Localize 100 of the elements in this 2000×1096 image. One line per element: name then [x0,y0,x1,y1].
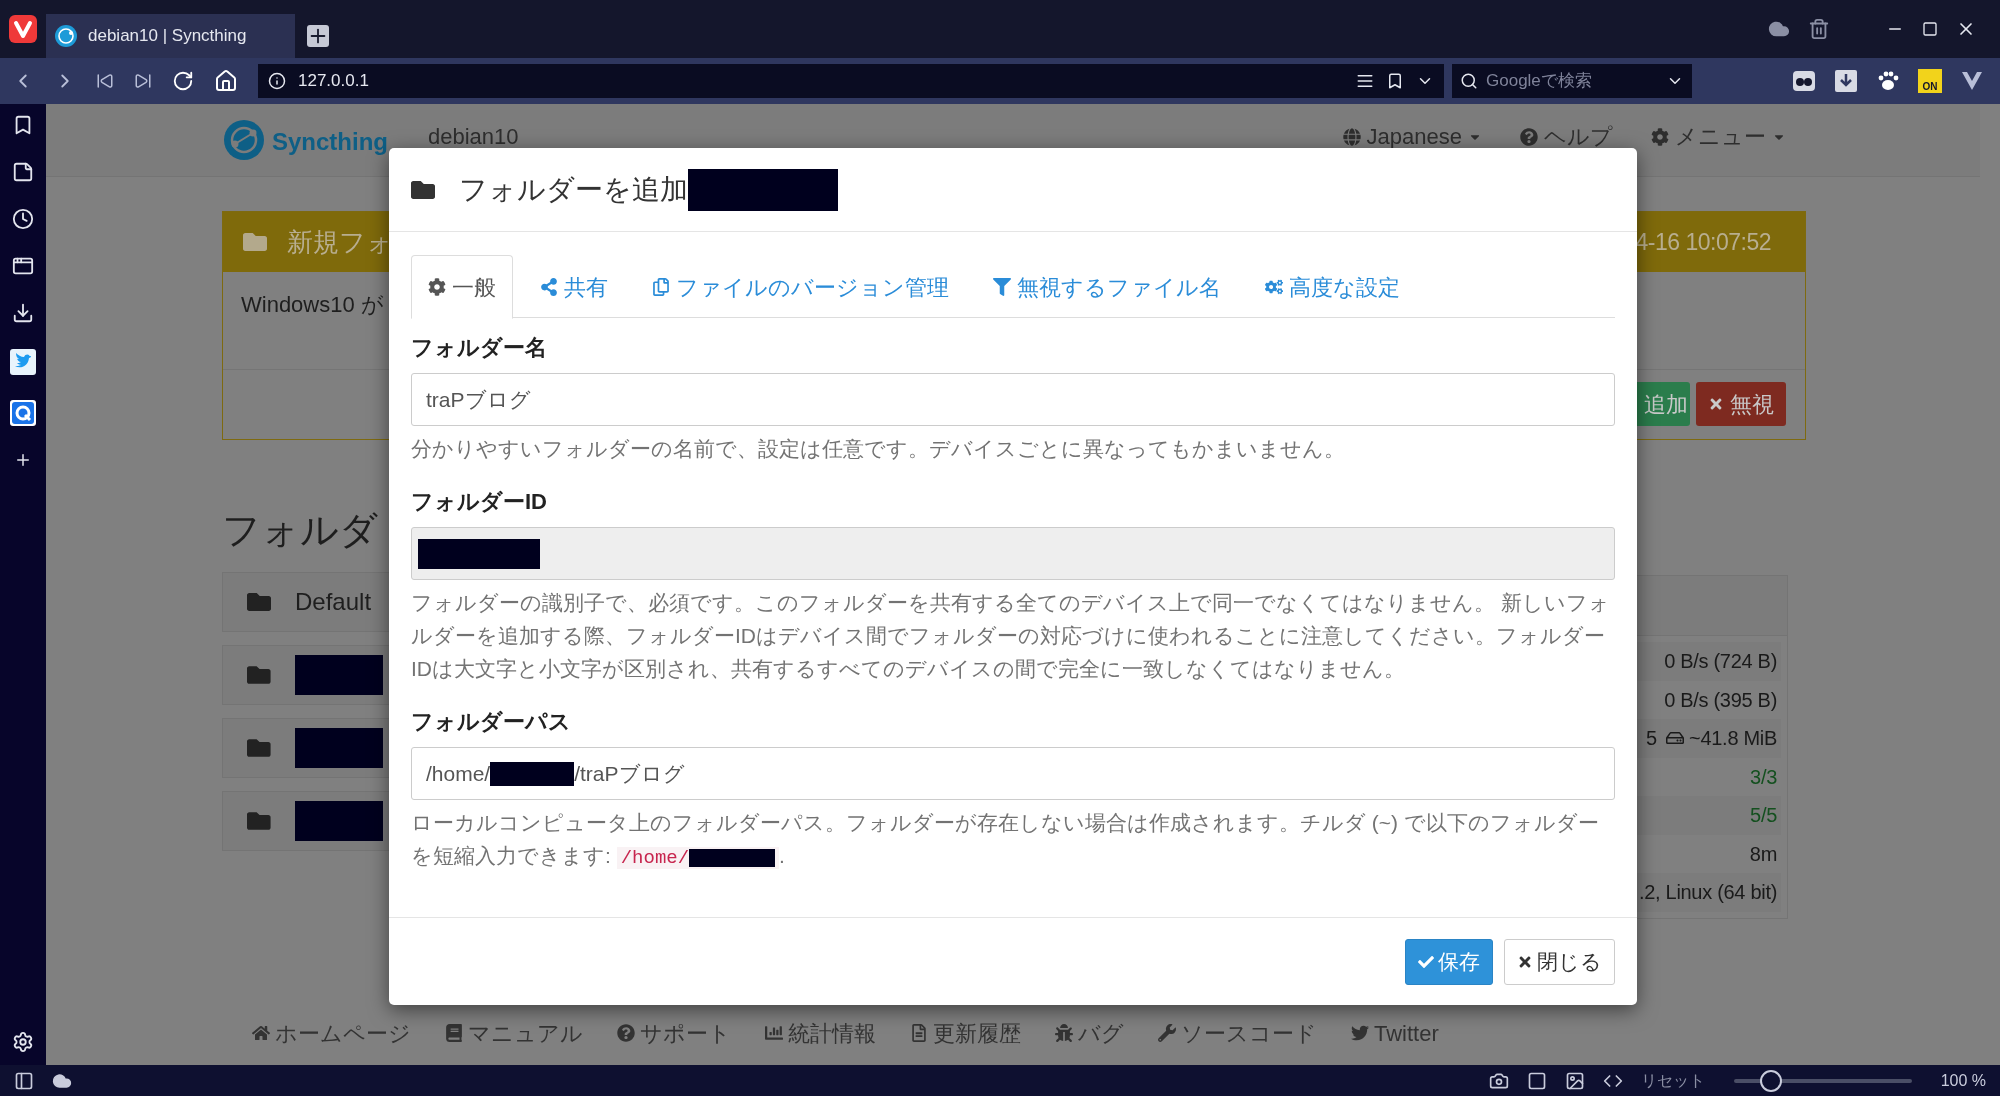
wrench-icon [1158,1024,1176,1042]
window-icon[interactable] [12,255,34,277]
gear-icon [428,278,446,296]
close-button[interactable]: 閉じる [1504,938,1615,985]
footer-link[interactable]: 更新履歴 [910,1016,1021,1050]
info-icon[interactable] [268,72,286,90]
text-field[interactable]: /home/ /traPブログ [411,747,1615,800]
help-icon [1520,128,1538,146]
extension-badge[interactable]: ON [1918,69,1942,93]
search-field[interactable]: Googleで検索 [1452,64,1692,98]
notice-time: 4-16 10:07:52 [1635,227,1771,257]
stat-value: .2, Linux (64 bit) [1639,880,1777,906]
save-button[interactable]: 保存 [1405,938,1493,985]
field-label: フォルダーパス [411,708,572,736]
fast-forward-icon[interactable] [134,72,152,90]
footer-link[interactable]: ソースコード [1158,1016,1317,1050]
book-icon [445,1024,463,1042]
dialog-title: フォルダーを追加 [459,172,688,207]
bug-icon [1055,1024,1073,1042]
bar-chart-icon [765,1024,783,1042]
sync-logo-icon [54,24,78,48]
slider-thumb[interactable] [1760,1069,1782,1092]
settings-icon[interactable] [12,1031,34,1053]
notice-title: 新規フォ [287,225,393,259]
stat-value: 5/5 [1750,803,1777,829]
download-icon[interactable] [12,302,34,324]
stat-value: 0 B/s (724 B) [1664,649,1777,675]
tab[interactable]: ファイルのバージョン管理 [635,255,966,319]
share-icon [540,278,558,296]
stat-value: 0 B/s (395 B) [1664,687,1777,713]
mask-icon[interactable] [1792,69,1816,93]
nav-menu[interactable]: メニュー [1651,124,1786,150]
tab[interactable]: 高度な設定 [1248,255,1417,319]
help-text: 分かりやすいフォルダーの名前で、設定は任意です。デバイスごとに異なってもかまいません。 [411,436,1346,462]
tab[interactable]: 無視するファイル名 [976,255,1238,319]
copy-icon [652,278,670,296]
field-label: フォルダーID [411,488,548,516]
image-icon[interactable] [1564,1070,1585,1091]
browser-logo-icon[interactable] [9,15,37,43]
home-icon[interactable] [214,69,238,93]
stat-value: 5 [1646,726,1658,752]
nav-menu[interactable]: ヘルプ [1520,124,1613,150]
stat-value: ~41.8 MiB [1689,726,1777,752]
folder-name: Default [295,587,372,617]
bookmark-icon[interactable] [1386,72,1404,90]
address-field[interactable]: 127.0.0.1 [258,64,1444,98]
footer-link[interactable]: マニュアル [445,1016,583,1050]
help-text: ローカルコンピュータ上のフォルダーパス。フォルダーが存在しない場合は作成されます。チルダ (~) で以下のフォルダーを短縮入力できます: /home/ . [411,810,1600,871]
document-icon [910,1024,928,1042]
window-icon[interactable] [1526,1070,1547,1091]
panel-toggle-icon[interactable] [14,1070,34,1091]
tab[interactable]: 共有 [523,255,625,319]
history-icon[interactable] [12,208,34,230]
nav-menu[interactable]: Japanese [1342,124,1482,150]
stat-value: 8m [1749,841,1777,867]
section-heading: フォルダ [222,508,378,553]
text-field[interactable]: traPブログ [411,373,1615,426]
home-icon [252,1024,270,1042]
folder-icon [247,590,271,614]
folder-icon [243,230,267,254]
notes-icon[interactable] [12,161,34,183]
maximize-icon[interactable] [1922,21,1938,37]
notice-message: Windows10 が [241,291,384,319]
paw-icon[interactable] [1876,69,1900,93]
reader-icon[interactable] [1356,72,1374,90]
footer-link[interactable]: サポート [617,1016,731,1050]
footer-link[interactable]: 統計情報 [765,1016,876,1050]
tab[interactable]: 一般 [411,255,513,319]
folder-icon [247,809,271,833]
new-tab-button[interactable] [307,25,329,47]
folder-icon [247,736,271,760]
zoom-reading: 100 % [1940,1070,1986,1091]
reset-link[interactable]: リセット [1640,1068,1705,1093]
help-text: フォルダーの識別子で、必須です。このフォルダーを共有する全てのデバイス上で同一でなくてはなりません。 新しいフォルダーを追加する際、フォルダーIDはデバイス間でフォルダーの対応づけに使われることに注意してください。フォルダーIDは大文字と小文字が区別され、共有するすべてのデバイスの間で完全に一致しなくてはなりません。 [411,590,1611,682]
stat-value: 3/3 [1750,764,1777,790]
download-icon[interactable] [1834,69,1858,93]
footer-link[interactable]: バグ [1055,1016,1124,1050]
device-name: debian10 [428,124,519,150]
bird-icon[interactable] [10,349,36,375]
browser-tab[interactable]: debian10 | Syncthing [46,14,295,58]
footer-link[interactable]: Twitter [1351,1016,1439,1050]
filter-icon [993,278,1011,296]
settings-icon [1651,128,1669,146]
folder-icon [247,663,271,687]
q-icon[interactable] [10,400,36,426]
field-label: フォルダー名 [411,334,548,362]
search-icon [1460,72,1478,90]
ignore-button[interactable]: 無視 [1696,382,1786,426]
add-panel-icon[interactable] [14,451,32,469]
gears-icon [1265,278,1283,296]
help-icon [617,1024,635,1042]
check-icon [1418,953,1434,970]
globe-icon [1342,128,1361,146]
trash-icon[interactable] [1808,18,1830,40]
reload-icon[interactable] [172,70,194,92]
close-icon [1708,396,1724,412]
footer-link[interactable]: ホームページ [252,1016,411,1050]
rewind-icon[interactable] [96,72,114,90]
code-path: /home/ [616,847,780,869]
bird-icon [1351,1024,1369,1042]
